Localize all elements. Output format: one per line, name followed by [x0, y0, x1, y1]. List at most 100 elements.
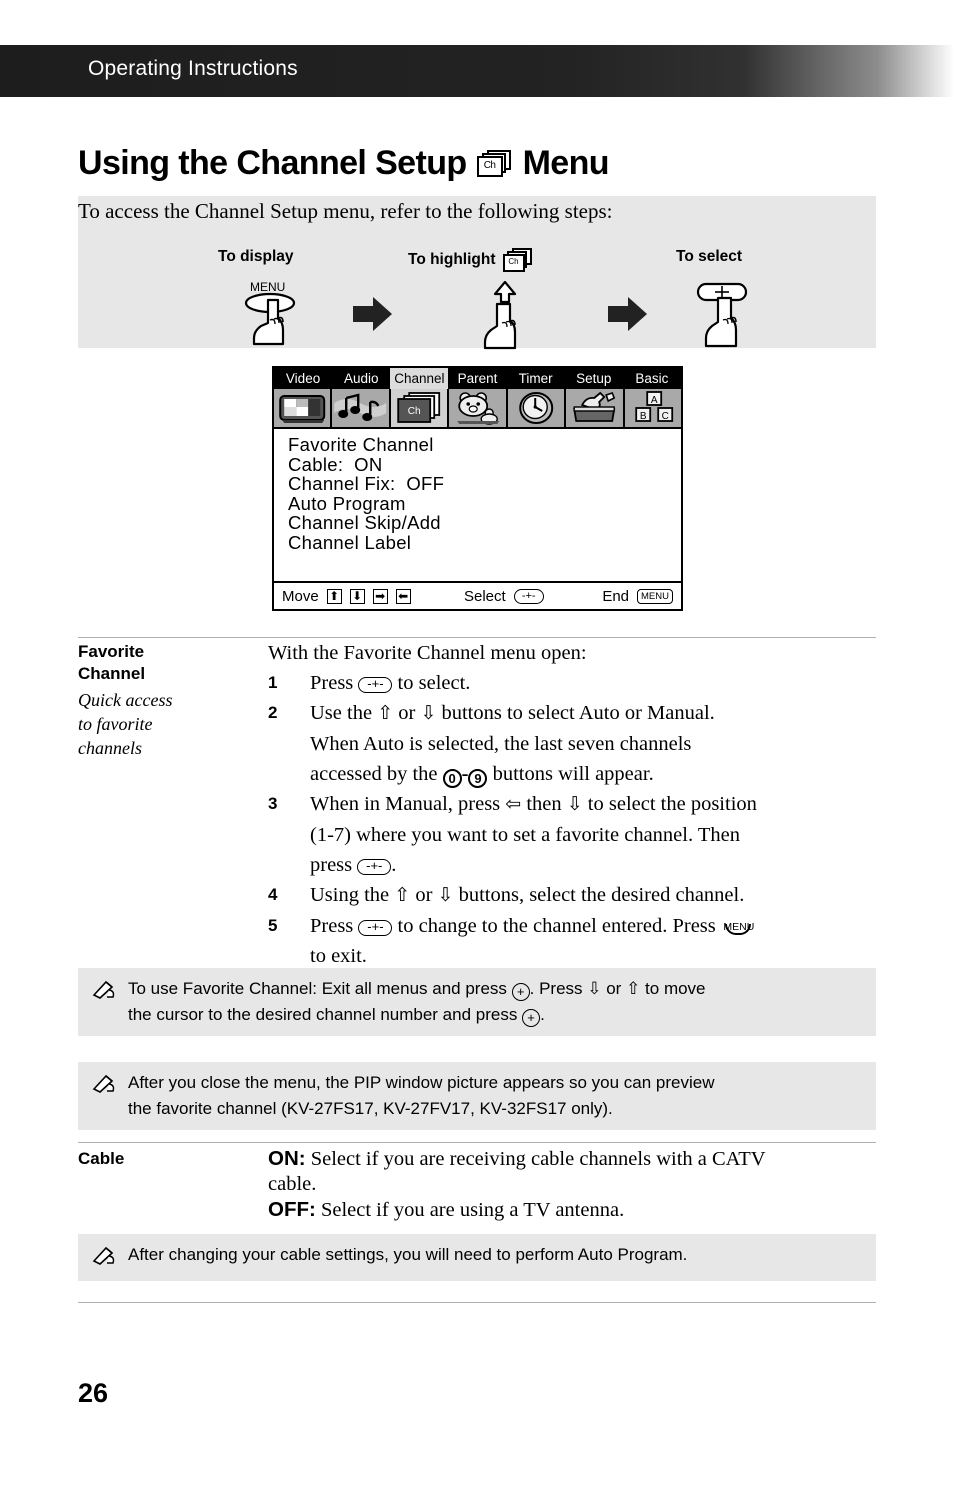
svg-text:A: A: [650, 395, 657, 406]
clock-icon: [518, 392, 553, 424]
osd-tab-channel[interactable]: Channel: [390, 368, 449, 389]
step-5: 5 Press -+- to change to the channel ent…: [268, 911, 880, 971]
plus-button-icon: +: [511, 983, 530, 1001]
note1-line1a: To use Favorite Channel: Exit all menus …: [128, 979, 512, 998]
flow-arrow-2-icon: [608, 297, 647, 331]
music-notes-icon: [334, 393, 387, 421]
osd-menu-item-channel-label[interactable]: Channel Label: [288, 532, 681, 553]
step-2: 2 Use the ⇧ or ⇩ buttons to select Auto …: [268, 698, 880, 789]
plus-key-icon: -+-: [513, 588, 544, 604]
svg-text:C: C: [661, 411, 668, 422]
favorite-channel-sub-line2: to favorite: [78, 714, 153, 734]
osd-tab-audio[interactable]: Audio: [332, 368, 390, 389]
arrow-left-key-icon: ⬅: [395, 588, 411, 604]
flow-arrow-1-icon: [353, 297, 392, 331]
osd-footer-select: Select -+-: [464, 588, 544, 605]
digit-0-key-icon: 0: [442, 769, 462, 788]
osd-menu-item-auto-program[interactable]: Auto Program: [288, 493, 681, 514]
intro-text: To access the Channel Setup menu, refer …: [78, 199, 613, 223]
svg-text:MENU: MENU: [250, 280, 285, 294]
osd-footer-end: End MENU: [602, 588, 673, 605]
cable-on-text: Select if you are receiving cable channe…: [305, 1148, 766, 1170]
step-5-number: 5: [268, 916, 278, 935]
step-2-text: Use the ⇧ or ⇩ buttons to select Auto or…: [310, 702, 715, 788]
arrow-down-icon: ⇩: [420, 703, 437, 724]
osd-tab-timer[interactable]: Timer: [507, 368, 565, 389]
note2-line2: the favorite channel (KV-27FS17, KV-27FV…: [128, 1099, 613, 1118]
osd-icon-cell-channel[interactable]: Ch: [390, 389, 450, 427]
cable-on-row: ON: Select if you are receiving cable ch…: [268, 1146, 880, 1172]
osd-menu-list: Favorite Channel Cable: ON Channel Fix: …: [274, 429, 681, 552]
step-4-text: Using the ⇧ or ⇩ buttons, select the des…: [310, 884, 745, 906]
osd-menu-item-channel-fix[interactable]: Channel Fix: OFF: [288, 474, 681, 494]
osd-footer-end-label: End: [602, 587, 630, 605]
note-cable-text: After changing your cable settings, you …: [128, 1245, 688, 1264]
menu-button-icon: MENU: [723, 921, 755, 935]
cable-off-row: OFF: Select if you are using a TV antenn…: [268, 1197, 880, 1223]
arrow-down-icon: ⇩: [437, 885, 454, 906]
osd-icon-cell-timer[interactable]: [508, 389, 567, 427]
ch-card-icon: Ch: [397, 392, 440, 423]
osd-icon-cell-parent[interactable]: [449, 389, 508, 427]
ch-card-icon: Ch: [502, 248, 533, 272]
note-favorite-channel: To use Favorite Channel: Exit all menus …: [78, 968, 876, 1036]
osd-tab-setup[interactable]: Setup: [565, 368, 623, 389]
osd-menu-item-favorite-channel[interactable]: Favorite Channel: [288, 435, 681, 455]
flow-step-2-text: To highlight: [408, 251, 496, 268]
favorite-channel-intro: With the Favorite Channel menu open:: [268, 642, 587, 664]
cable-label-text: Cable: [78, 1149, 125, 1168]
arrow-up-icon: ⇧: [394, 885, 411, 906]
osd-menu-item-cable[interactable]: Cable: ON: [288, 454, 681, 475]
page-title-text-after: Menu: [522, 144, 610, 182]
page-title-text-before: Using the Channel Setup: [78, 144, 467, 182]
osd-tab-video[interactable]: Video: [274, 368, 332, 389]
plus-button-icon: +: [522, 1009, 541, 1027]
tv-osd-screenshot: Video Audio Channel Parent Timer Setup B…: [272, 366, 683, 611]
note-pip-preview-text: After you close the menu, the PIP window…: [128, 1070, 862, 1122]
arrow-left-icon: ⇦: [505, 794, 522, 815]
section-divider: [78, 1142, 876, 1143]
abc-blocks-icon: A B C: [634, 391, 673, 422]
osd-tab-parent[interactable]: Parent: [448, 368, 506, 389]
step-3-number: 3: [268, 794, 278, 813]
cable-label: Cable: [78, 1148, 124, 1170]
favorite-channel-sub-line3: channels: [78, 738, 142, 758]
osd-footer-move: Move ⬆ ⬇ ➡ ⬅: [282, 588, 411, 605]
cable-on-key: ON:: [268, 1147, 306, 1170]
note-pencil-icon: [92, 1070, 116, 1122]
plus-button-icon: -+-: [358, 920, 393, 936]
osd-footer-move-label: Move: [282, 587, 319, 605]
header-title: Operating Instructions: [88, 57, 298, 80]
favorite-channel-label: Favorite Channel: [78, 641, 145, 685]
favorite-channel-sub-line1: Quick access: [78, 690, 173, 710]
page-number: 26: [78, 1378, 109, 1408]
osd-tab-basic[interactable]: Basic: [623, 368, 681, 389]
osd-icon-cell-setup[interactable]: [566, 389, 625, 427]
step-4-number: 4: [268, 885, 278, 904]
osd-icon-cell-basic[interactable]: A B C: [625, 389, 681, 427]
plus-button-icon: -+-: [357, 859, 392, 875]
page-title: Using the Channel Setup Ch Menu: [78, 144, 610, 183]
pointing-hand-up-icon: [483, 280, 517, 350]
note-pencil-icon: [92, 976, 116, 1028]
step-3-text: When in Manual, press ⇦ then ⇩ to select…: [310, 793, 757, 876]
cable-off-key: OFF:: [268, 1198, 316, 1221]
flow-step-3-text: To select: [676, 248, 743, 265]
osd-icon-cell-audio[interactable]: [332, 389, 391, 427]
note2-line1: After you close the menu, the PIP window…: [128, 1073, 715, 1092]
osd-menu-item-channel-skip-add[interactable]: Channel Skip/Add: [288, 513, 681, 533]
step-5-text: Press -+- to change to the channel enter…: [310, 911, 880, 971]
note1-line2a: the cursor to the desired channel number…: [128, 1005, 523, 1024]
picture-icon: [279, 395, 326, 423]
menu-button-hand-icon: MENU: [244, 280, 296, 346]
note1-line2b: .: [540, 1005, 545, 1024]
step-1: 1 Press -+- to select.: [268, 668, 880, 698]
step-3: 3 When in Manual, press ⇦ then ⇩ to sele…: [268, 789, 880, 880]
flow-step-1-label: To display: [218, 248, 294, 266]
cable-body: ON: Select if you are receiving cable ch…: [268, 1146, 880, 1223]
osd-tab-bar: Video Audio Channel Parent Timer Setup B…: [274, 368, 681, 389]
osd-icon-cell-video[interactable]: [274, 389, 333, 427]
arrow-down-icon: ⇩: [566, 794, 583, 815]
menu-key-icon: MENU: [637, 588, 673, 604]
favorite-channel-label-line2: Channel: [78, 664, 146, 683]
